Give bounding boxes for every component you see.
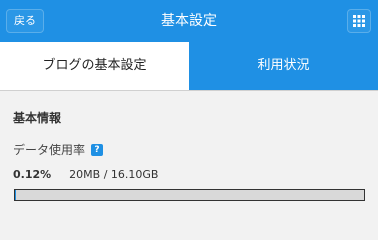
- usage-percent: 0.12%: [13, 168, 52, 181]
- help-icon[interactable]: ?: [91, 143, 104, 156]
- grid-icon: [353, 15, 365, 27]
- tab-blog-basic-settings[interactable]: ブログの基本設定: [0, 42, 189, 90]
- usage-summary: 0.12% 20MB / 16.10GB: [13, 168, 158, 181]
- data-usage-label: データ使用率: [13, 143, 86, 157]
- usage-amount: 20MB / 16.10GB: [69, 168, 159, 181]
- top-bar: 戻る 基本設定: [0, 0, 378, 42]
- tab-usage-status[interactable]: 利用状況: [189, 42, 378, 90]
- page-title: 基本設定: [161, 13, 217, 29]
- data-usage-label-row: データ使用率 ?: [13, 141, 104, 158]
- menu-button[interactable]: [347, 9, 371, 33]
- tab-bar: ブログの基本設定 利用状況: [0, 42, 378, 91]
- section-title: 基本情報: [13, 111, 62, 125]
- usage-progress-bar: [14, 189, 365, 201]
